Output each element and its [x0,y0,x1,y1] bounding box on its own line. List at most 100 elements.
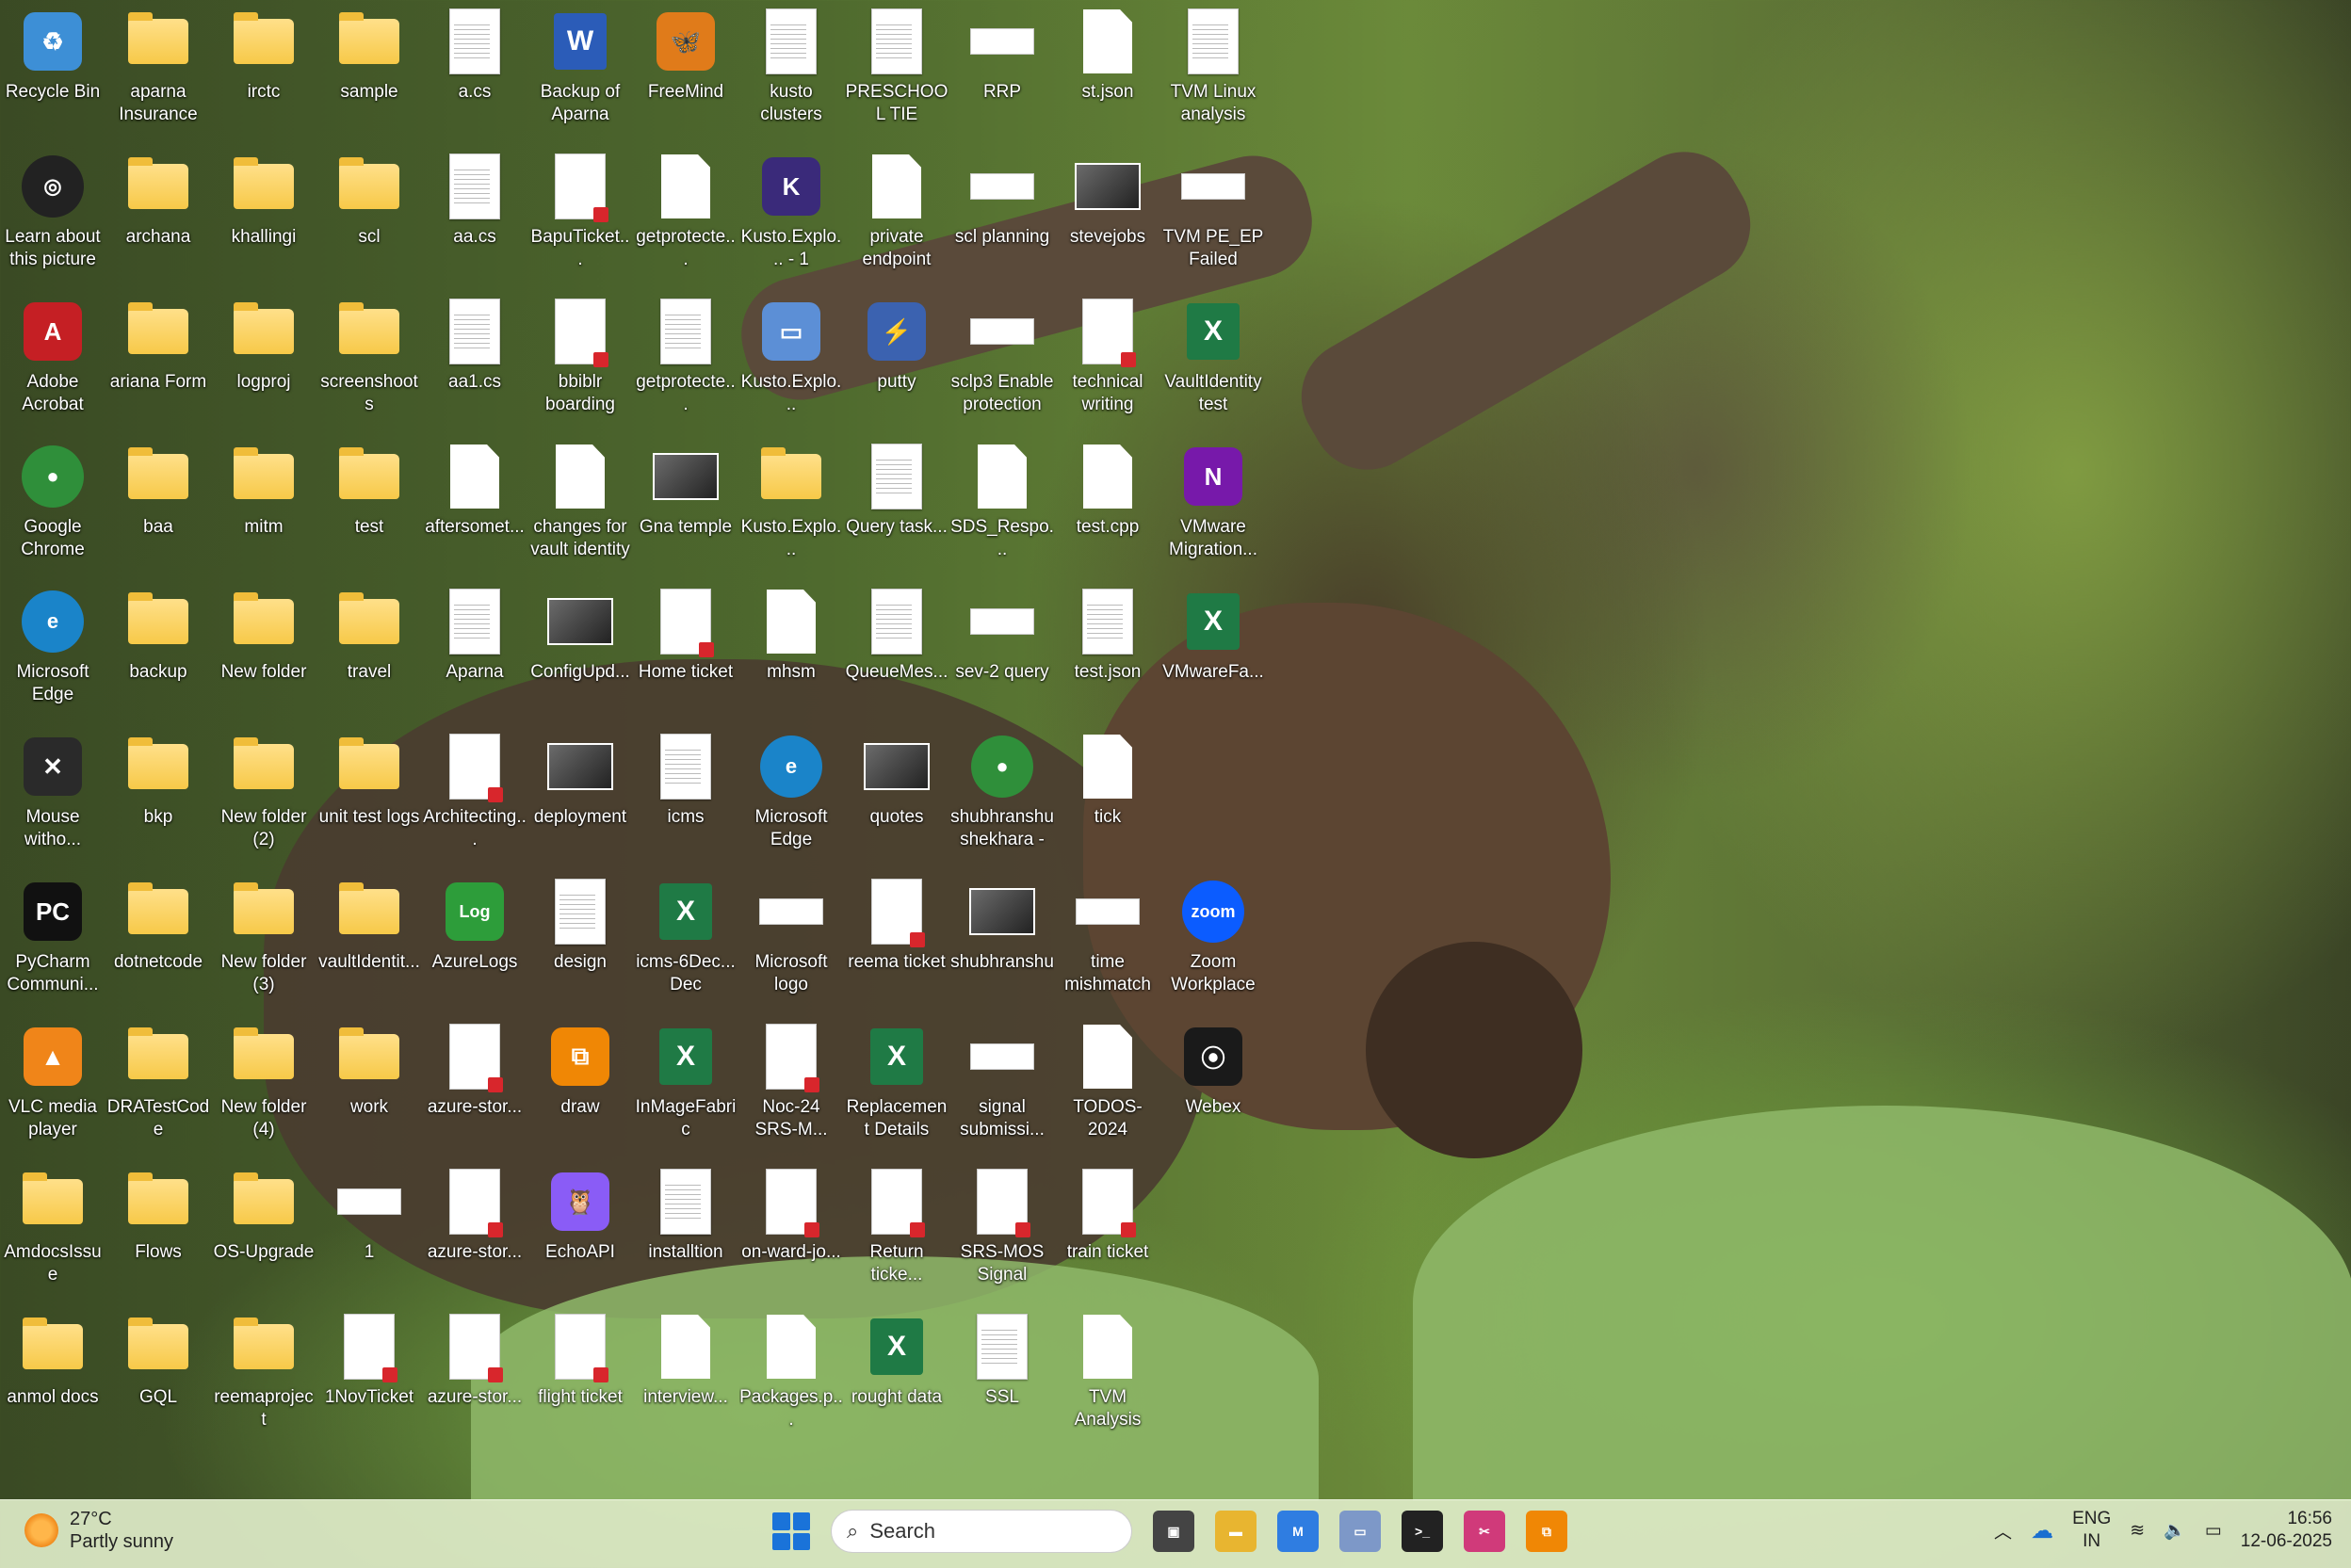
desktop-icon[interactable]: quotes [844,727,949,872]
desktop-icon[interactable]: work [316,1017,422,1162]
wifi-icon[interactable]: ≋ [2130,1520,2145,1542]
desktop-icon[interactable]: ⦿ Webex [1160,1017,1266,1162]
desktop-icon[interactable]: aa1.cs [422,292,527,437]
desktop-icon[interactable]: backup [105,582,211,727]
desktop-icon[interactable]: W Backup of Aparna [527,2,633,147]
desktop-icon[interactable]: aa.cs [422,147,527,292]
desktop-icon[interactable]: New folder (3) [211,872,316,1017]
desktop-icon[interactable]: X InMageFabric [633,1017,738,1162]
desktop-icon[interactable]: a.cs [422,2,527,147]
desktop-icon[interactable]: New folder (4) [211,1017,316,1162]
desktop-icon[interactable]: signal submissi... [949,1017,1055,1162]
desktop-icon[interactable]: 🦋 FreeMind [633,2,738,147]
desktop-icon[interactable]: mhsm [738,582,844,727]
desktop-icon[interactable]: interview... [633,1307,738,1452]
desktop-icon[interactable]: khallingi [211,147,316,292]
desktop-icon[interactable]: aparna Insurance [105,2,211,147]
desktop-icon[interactable]: Noc-24 SRS-M... [738,1017,844,1162]
desktop-icon[interactable]: ● Google Chrome [0,437,105,582]
chevron-up-icon[interactable]: ︿ [1994,1518,2012,1544]
desktop-icon[interactable]: vaultIdentit... [316,872,422,1017]
desktop-icon[interactable]: train ticket [1055,1162,1160,1307]
desktop-icon[interactable]: 1NovTicket [316,1307,422,1452]
desktop-icon[interactable]: zoom Zoom Workplace [1160,872,1266,1017]
desktop-icon[interactable]: private endpoint [844,147,949,292]
desktop-icon[interactable]: technical writing [1055,292,1160,437]
language-indicator[interactable]: ENG IN [2072,1508,2111,1553]
desktop-icon[interactable]: ▲ VLC media player [0,1017,105,1162]
desktop-icon[interactable]: test [316,437,422,582]
start-button[interactable] [772,1512,810,1550]
desktop-icon[interactable]: reemaproject [211,1307,316,1452]
desktop-icon[interactable]: Gna temple [633,437,738,582]
desktop-icon[interactable]: test.cpp [1055,437,1160,582]
desktop-icon[interactable]: getprotecte... [633,292,738,437]
desktop-icon[interactable]: SDS_Respo... [949,437,1055,582]
weather-widget[interactable]: 27°C Partly sunny [24,1508,173,1553]
desktop-icon[interactable]: PC PyCharm Communi... [0,872,105,1017]
desktop-icon[interactable]: AmdocsIssue [0,1162,105,1307]
desktop-icon[interactable]: reema ticket [844,872,949,1017]
desktop-icon[interactable]: BapuTicket... [527,147,633,292]
desktop-icon[interactable]: archana [105,147,211,292]
onedrive-icon[interactable]: ☁ [2031,1517,2053,1544]
desktop-icon[interactable]: 🦉 EchoAPI [527,1162,633,1307]
desktop-icon[interactable]: sclp3 Enable protection [949,292,1055,437]
desktop-icon[interactable]: travel [316,582,422,727]
desktop-icon[interactable]: ✕ Mouse witho... [0,727,105,872]
desktop-icon[interactable]: azure-stor... [422,1017,527,1162]
desktop-icon[interactable]: installtion [633,1162,738,1307]
desktop-icon[interactable]: azure-stor... [422,1307,527,1452]
desktop-icon[interactable]: test.json [1055,582,1160,727]
desktop-icon[interactable]: design [527,872,633,1017]
desktop-icon[interactable]: SSL [949,1307,1055,1452]
desktop-icon[interactable]: New folder [211,582,316,727]
desktop-icon[interactable]: ConfigUpd... [527,582,633,727]
desktop-icon[interactable]: Architecting... [422,727,527,872]
desktop-icon[interactable]: PRESCHOOL TIE [844,2,949,147]
terminal-icon[interactable]: >_ [1402,1511,1443,1552]
desktop-icon[interactable]: st.json [1055,2,1160,147]
desktop-icon[interactable]: Xicms-6Dec... Dec [633,872,738,1017]
desktop-icon[interactable]: sev-2 query [949,582,1055,727]
desktop-icon[interactable]: N VMware Migration... [1160,437,1266,582]
desktop-icon[interactable]: TVM Analysis [1055,1307,1160,1452]
desktop-icon[interactable]: ▭ Kusto.Explo... [738,292,844,437]
desktop-icon[interactable]: dotnetcode [105,872,211,1017]
desktop-icon[interactable]: azure-stor... [422,1162,527,1307]
desktop-icon[interactable]: deployment [527,727,633,872]
desktop-icon[interactable]: Kusto.Explo... [738,437,844,582]
desktop-icon[interactable]: New folder (2) [211,727,316,872]
desktop-icon[interactable]: ◎ Learn about this picture [0,147,105,292]
desktop-icon[interactable]: Microsoft logo [738,872,844,1017]
desktop-icon[interactable]: time mishmatch ... [1055,872,1160,1017]
desktop-icon[interactable]: Query task... [844,437,949,582]
desktop-icon[interactable]: irctc [211,2,316,147]
desktop-icon[interactable]: e Microsoft Edge [0,582,105,727]
desktop-icon[interactable]: changes for vault identity [527,437,633,582]
desktop-icon[interactable]: e Microsoft Edge [738,727,844,872]
desktop-icon[interactable]: TVM PE_EP Failed [1160,147,1266,292]
desktop-icon[interactable]: baa [105,437,211,582]
desktop-icon[interactable]: bkp [105,727,211,872]
desktop-icon[interactable]: DRATestCode [105,1017,211,1162]
desktop-icon[interactable]: X VMwareFa... [1160,582,1266,727]
desktop-icon[interactable]: scl planning [949,147,1055,292]
desktop-icon[interactable]: ⧉ draw [527,1017,633,1162]
desktop-icon[interactable]: flight ticket [527,1307,633,1452]
snipping-tool-icon[interactable]: ✂ [1464,1511,1505,1552]
desktop-icon[interactable]: scl [316,147,422,292]
desktop-icon[interactable]: TODOS-2024 [1055,1017,1160,1162]
desktop-icon[interactable]: GQL [105,1307,211,1452]
desktop-icon[interactable]: screenshoots [316,292,422,437]
desktop-icon[interactable]: ariana Form [105,292,211,437]
drawio-icon[interactable]: ⧉ [1526,1511,1567,1552]
desktop-icon[interactable]: unit test logs [316,727,422,872]
copilot-m365-icon[interactable]: M [1277,1511,1319,1552]
desktop-icon[interactable]: K Kusto.Explo... - 1 [738,147,844,292]
desktop-icon[interactable]: Aparna [422,582,527,727]
desktop-icon[interactable]: Packages.p... [738,1307,844,1452]
desktop-icon[interactable]: mitm [211,437,316,582]
desktop-icon[interactable]: RRP [949,2,1055,147]
desktop-icon[interactable]: ● shubhranshu shekhara - ... [949,727,1055,872]
